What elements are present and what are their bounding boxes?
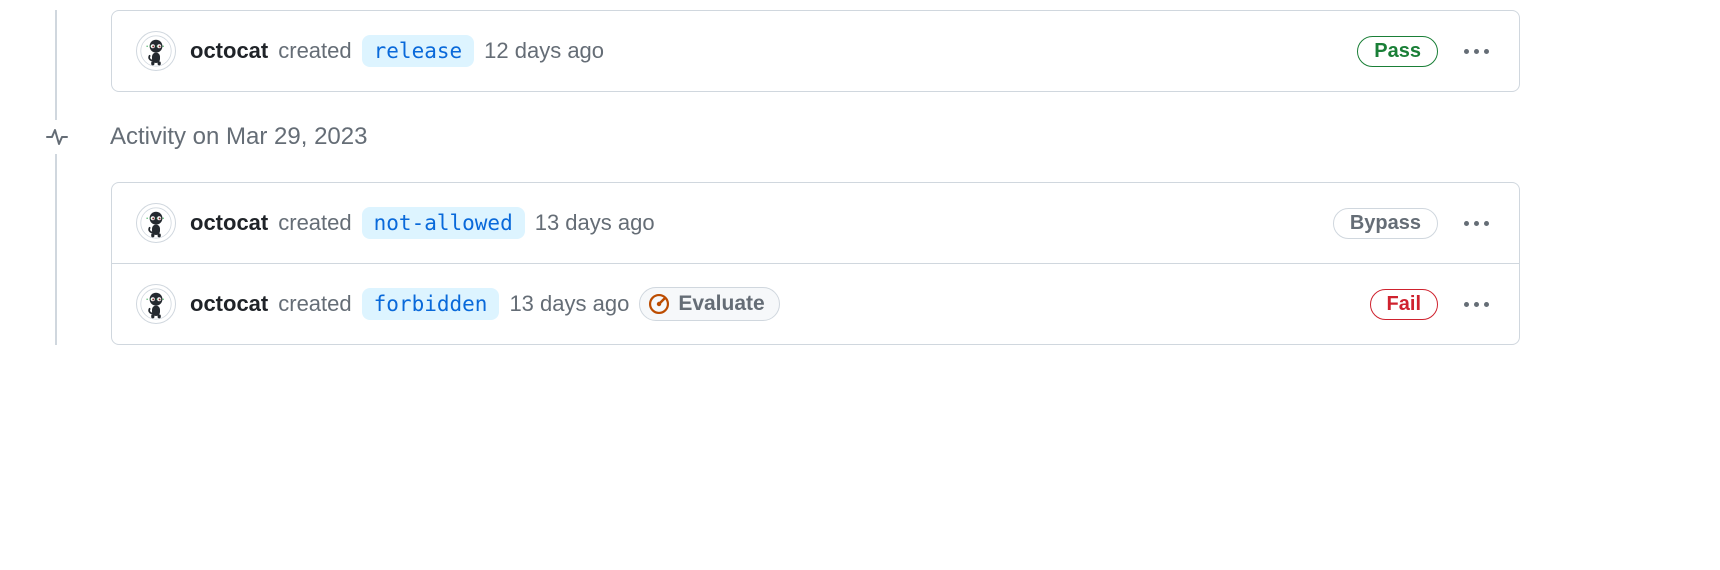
timestamp: 13 days ago <box>535 210 655 236</box>
activity-row: octocat created not-allowed 13 days ago … <box>112 183 1519 264</box>
octocat-icon <box>140 288 172 320</box>
evaluate-label: Evaluate <box>678 292 764 316</box>
action-text: created <box>278 291 351 317</box>
username-link[interactable]: octocat <box>190 38 268 64</box>
kebab-menu-icon[interactable] <box>1458 215 1495 232</box>
timestamp: 13 days ago <box>509 291 629 317</box>
activity-card-group: octocat created release 12 days ago Pass <box>111 10 1520 92</box>
date-header: Activity on Mar 29, 2023 <box>36 120 1720 154</box>
activity-row: octocat created forbidden 13 days ago Ev… <box>112 264 1519 344</box>
avatar[interactable] <box>136 203 176 243</box>
branch-label[interactable]: release <box>362 35 475 67</box>
kebab-menu-icon[interactable] <box>1458 296 1495 313</box>
kebab-menu-icon[interactable] <box>1458 43 1495 60</box>
activity-row: octocat created release 12 days ago Pass <box>112 11 1519 91</box>
action-text: created <box>278 38 351 64</box>
timestamp: 12 days ago <box>484 38 604 64</box>
status-badge: Fail <box>1370 289 1438 320</box>
username-link[interactable]: octocat <box>190 291 268 317</box>
date-header-text: Activity on Mar 29, 2023 <box>110 123 367 151</box>
branch-label[interactable]: forbidden <box>362 288 500 320</box>
evaluate-badge[interactable]: Evaluate <box>639 287 779 321</box>
branch-label[interactable]: not-allowed <box>362 207 525 239</box>
pulse-icon <box>40 120 74 154</box>
status-badge: Pass <box>1357 36 1438 67</box>
gauge-icon <box>648 293 670 315</box>
avatar[interactable] <box>136 31 176 71</box>
activity-card-group: octocat created not-allowed 13 days ago … <box>111 182 1520 345</box>
username-link[interactable]: octocat <box>190 210 268 236</box>
timeline-line <box>55 10 57 345</box>
status-badge: Bypass <box>1333 208 1438 239</box>
octocat-icon <box>140 207 172 239</box>
action-text: created <box>278 210 351 236</box>
avatar[interactable] <box>136 284 176 324</box>
octocat-icon <box>140 35 172 67</box>
